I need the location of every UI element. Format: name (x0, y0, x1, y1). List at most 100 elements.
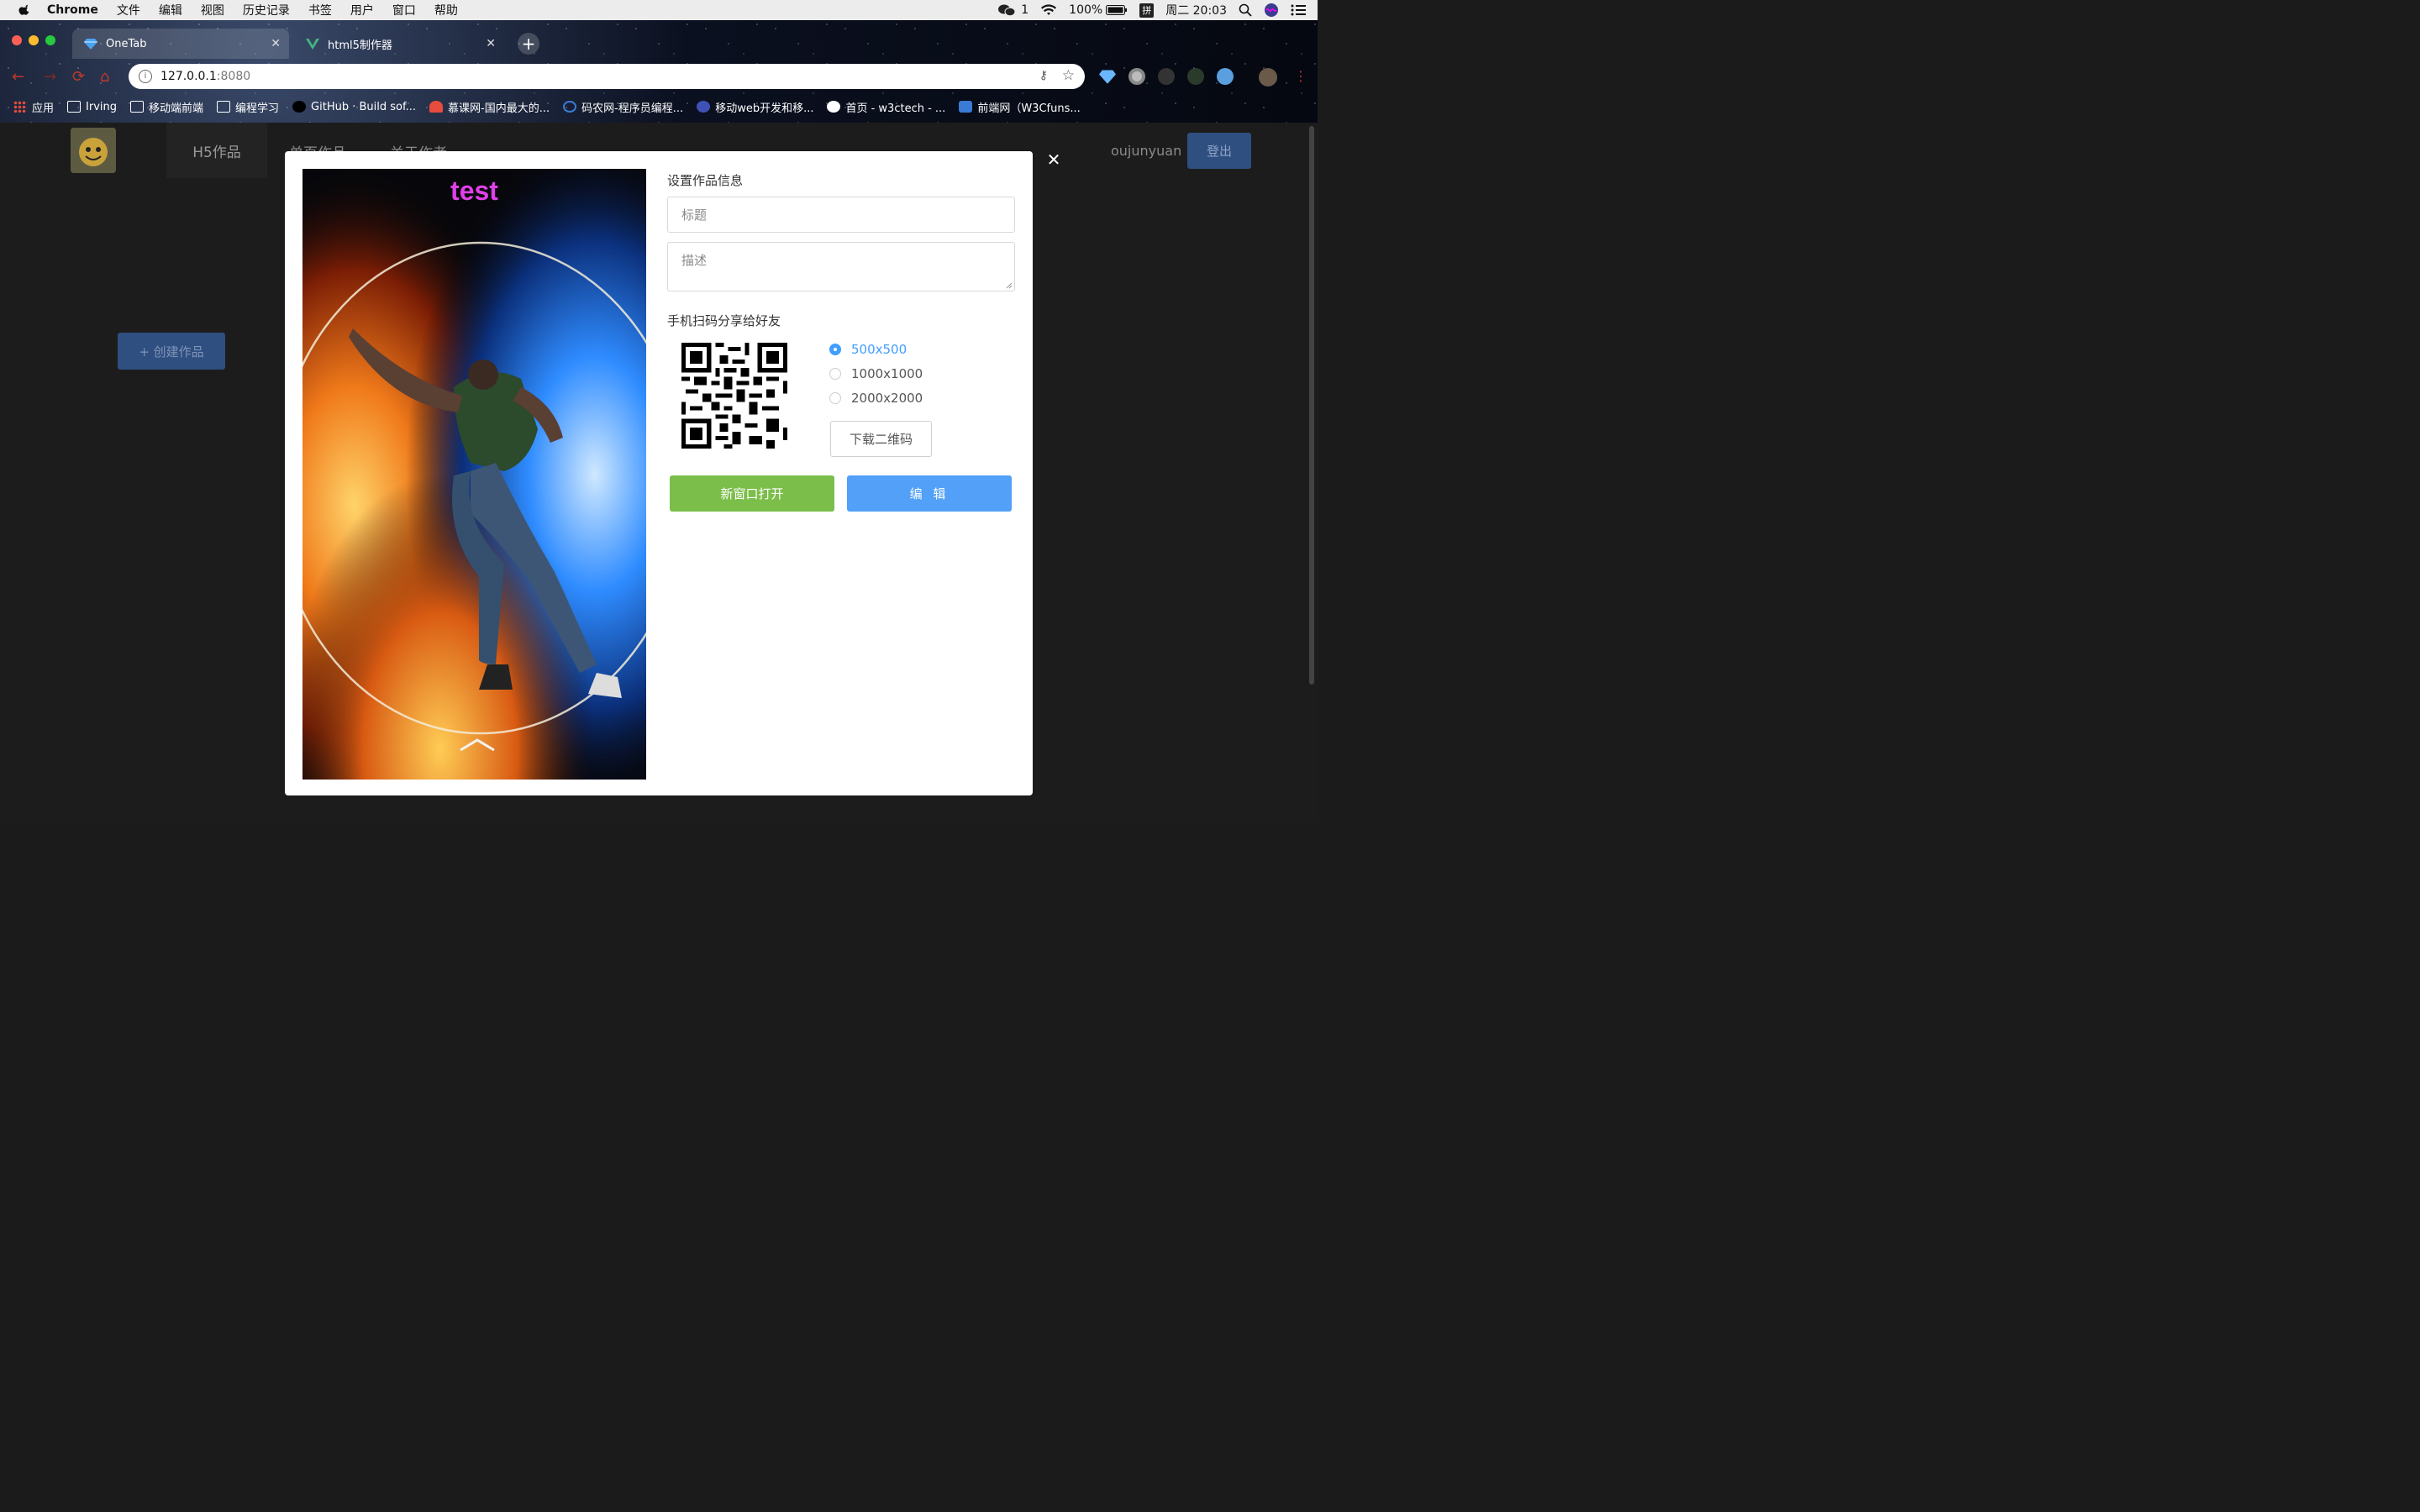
profile-avatar[interactable] (1259, 68, 1277, 87)
description-placeholder: 描述 (681, 253, 708, 268)
menu-history[interactable]: 历史记录 (243, 2, 290, 18)
extension-compass-icon[interactable] (1217, 68, 1234, 85)
menu-bookmarks[interactable]: 书签 (308, 2, 332, 18)
qr-size-option-2000[interactable]: 2000x2000 (829, 391, 923, 406)
tab-title: OneTab (106, 37, 147, 50)
w3cfuns-icon (959, 101, 973, 113)
new-tab-button[interactable]: + (518, 33, 539, 55)
wechat-icon[interactable]: 1 (997, 3, 1028, 17)
open-in-new-window-button[interactable]: 新窗口打开 (670, 475, 834, 512)
reload-icon[interactable]: ⟳ (72, 68, 85, 86)
bookmark-github[interactable]: GitHub · Build sof... (292, 101, 416, 113)
create-work-button[interactable]: + 创建作品 (118, 333, 225, 370)
input-method-icon[interactable]: 拼 (1139, 3, 1155, 18)
description-textarea[interactable]: 描述 (667, 242, 1015, 291)
battery-icon (1106, 5, 1128, 15)
bookmark-apps[interactable]: 应用 (13, 99, 54, 115)
radio-unselected-icon[interactable] (829, 392, 841, 404)
folder-icon (217, 101, 231, 113)
tab-close-icon[interactable]: ✕ (486, 37, 496, 50)
browser-chrome: OneTab ✕ html5制作器 ✕ + ← → ⟳ ⌂ i 127.0.0.… (0, 20, 1318, 123)
wifi-icon[interactable] (1040, 3, 1057, 17)
fire-dancer-preview-image (302, 169, 646, 780)
tab-onetab[interactable]: OneTab ✕ (72, 29, 289, 59)
menu-people[interactable]: 用户 (350, 2, 374, 18)
bookmarks-bar: 应用 Irving 移动端前端 编程学习 GitHub · Build sof.… (0, 96, 1318, 118)
work-settings-dialog: test 设置作品信息 标题 描述 手机扫码分享给好友 500x500 1000… (285, 151, 1033, 795)
url-host: 127.0.0.1 (160, 70, 217, 83)
bookmark-star-icon[interactable]: ☆ (1062, 67, 1075, 84)
radio-unselected-icon[interactable] (829, 368, 841, 380)
spotlight-search-icon[interactable] (1239, 3, 1252, 17)
apps-grid-icon (13, 101, 27, 113)
work-preview: test (302, 169, 646, 780)
imooc-flame-icon (429, 101, 443, 113)
zoom-window-icon[interactable] (45, 35, 55, 45)
chrome-menu-icon[interactable]: ⋮ (1294, 68, 1307, 84)
folder-icon (130, 101, 144, 113)
github-icon (292, 101, 307, 113)
battery-percent: 100% (1069, 3, 1103, 17)
menu-help[interactable]: 帮助 (434, 2, 458, 18)
bookmark-folder-irving[interactable]: Irving (67, 101, 117, 113)
bookmark-mobile-web[interactable]: 移动web开发和移... (697, 99, 813, 115)
radio-selected-icon[interactable] (829, 344, 841, 355)
address-bar[interactable]: i 127.0.0.1:8080 ⚷ ☆ (129, 64, 1085, 89)
codeceo-icon (563, 101, 577, 113)
back-arrow-icon[interactable]: ← (12, 68, 24, 86)
username: oujunyuan (1111, 143, 1182, 159)
onetab-diamond-icon (84, 37, 97, 50)
title-input[interactable]: 标题 (667, 197, 1015, 233)
extension-icon[interactable] (1187, 68, 1204, 85)
menu-window[interactable]: 窗口 (392, 2, 416, 18)
wechat-badge-count: 1 (1021, 3, 1029, 17)
dialog-close-icon[interactable]: ✕ (1045, 151, 1062, 168)
extension-circle-icon[interactable] (1128, 68, 1145, 85)
site-info-icon[interactable]: i (139, 70, 152, 83)
logout-button[interactable]: 登出 (1187, 133, 1251, 169)
qr-size-option-1000[interactable]: 1000x1000 (829, 366, 923, 381)
home-icon[interactable]: ⌂ (100, 68, 109, 86)
bookmark-w3ctech[interactable]: 首页 - w3ctech - ... (827, 99, 945, 115)
bookmark-folder-mobile-frontend[interactable]: 移动端前端 (130, 99, 203, 115)
title-placeholder: 标题 (681, 207, 708, 223)
tab-html5-maker[interactable]: html5制作器 ✕ (294, 29, 504, 59)
mobile-web-icon (697, 101, 711, 113)
password-key-icon[interactable]: ⚷ (1039, 69, 1048, 82)
page-scrollbar[interactable] (1309, 126, 1314, 685)
bookmark-w3cfuns[interactable]: 前端网（W3Cfuns... (959, 99, 1081, 115)
app-logo-avatar[interactable] (71, 128, 116, 173)
menu-edit[interactable]: 编辑 (159, 2, 182, 18)
section-title-share: 手机扫码分享给好友 (667, 313, 781, 328)
macos-menu-bar: Chrome 文件 编辑 视图 历史记录 书签 用户 窗口 帮助 1 100% … (0, 0, 1318, 20)
onetab-extension-icon[interactable] (1099, 68, 1116, 85)
extension-icon[interactable] (1158, 68, 1175, 85)
siri-icon[interactable] (1264, 3, 1279, 18)
notification-center-icon[interactable] (1291, 4, 1306, 16)
battery-status[interactable]: 100% (1069, 3, 1128, 17)
close-window-icon[interactable] (12, 35, 22, 45)
menu-view[interactable]: 视图 (201, 2, 224, 18)
tab-close-icon[interactable]: ✕ (271, 37, 281, 50)
resize-handle-icon[interactable] (1006, 282, 1013, 289)
preview-title: test (450, 176, 498, 206)
edit-button[interactable]: 编 辑 (847, 475, 1012, 512)
folder-icon (67, 101, 82, 113)
minimize-window-icon[interactable] (29, 35, 39, 45)
url-port: :8080 (216, 70, 251, 83)
section-title-work-info: 设置作品信息 (667, 173, 744, 188)
vue-logo-icon (306, 37, 319, 50)
window-controls (12, 35, 55, 45)
bookmark-codeceo[interactable]: 码农网-程序员编程... (563, 99, 683, 115)
download-qr-button[interactable]: 下载二维码 (830, 421, 932, 457)
forward-arrow-icon[interactable]: → (44, 68, 56, 86)
bookmark-folder-programming[interactable]: 编程学习 (217, 99, 279, 115)
apple-menu-icon[interactable] (18, 3, 34, 18)
qr-size-option-500[interactable]: 500x500 (829, 342, 907, 357)
share-qr-code (681, 343, 787, 449)
menu-chrome[interactable]: Chrome (47, 3, 98, 17)
bookmark-imooc[interactable]: 慕课网-国内最大的... (429, 99, 550, 115)
clock[interactable]: 周二 20:03 (1165, 2, 1227, 18)
nav-h5-works[interactable]: H5作品 (166, 123, 267, 178)
menu-file[interactable]: 文件 (117, 2, 140, 18)
